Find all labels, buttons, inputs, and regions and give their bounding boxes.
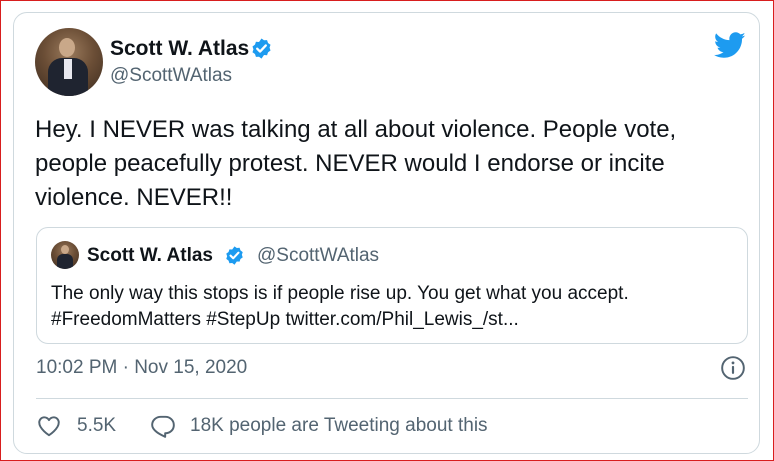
twitter-bird-icon[interactable]	[714, 32, 746, 59]
divider	[36, 398, 748, 399]
author-name[interactable]: Scott W. Atlas	[110, 37, 249, 61]
quoted-text-line-2: #FreedomMatters #StepUp twitter.com/Phil…	[51, 309, 519, 330]
like-count[interactable]: 5.5K	[77, 415, 116, 437]
tweet-timestamp[interactable]: 10:02 PM · Nov 15, 2020	[36, 357, 247, 379]
tweet-card[interactable]: Scott W. Atlas @ScottWAtlas Hey. I NEVER…	[13, 12, 760, 454]
verified-badge-icon	[252, 38, 271, 59]
quoted-tweet-text: The only way this stops is if people ris…	[51, 281, 741, 333]
quoted-avatar[interactable]	[51, 241, 79, 269]
info-icon[interactable]	[720, 355, 746, 381]
tweet-text: Hey. I NEVER was talking at all about vi…	[35, 116, 677, 211]
quoted-author-name: Scott W. Atlas	[87, 245, 213, 266]
author-handle[interactable]: @ScottWAtlas	[110, 65, 232, 87]
heart-icon[interactable]	[36, 413, 62, 439]
avatar[interactable]	[35, 28, 103, 96]
quoted-tweet[interactable]: Scott W. Atlas @ScottWAtlas The only way…	[36, 227, 748, 344]
verified-badge-icon	[226, 246, 243, 265]
quoted-author-handle: @ScottWAtlas	[257, 245, 380, 266]
speech-bubble-icon[interactable]	[150, 413, 176, 439]
conversation-link[interactable]: 18K people are Tweeting about this	[190, 415, 488, 437]
quoted-text-line-1: The only way this stops is if people ris…	[51, 283, 629, 304]
